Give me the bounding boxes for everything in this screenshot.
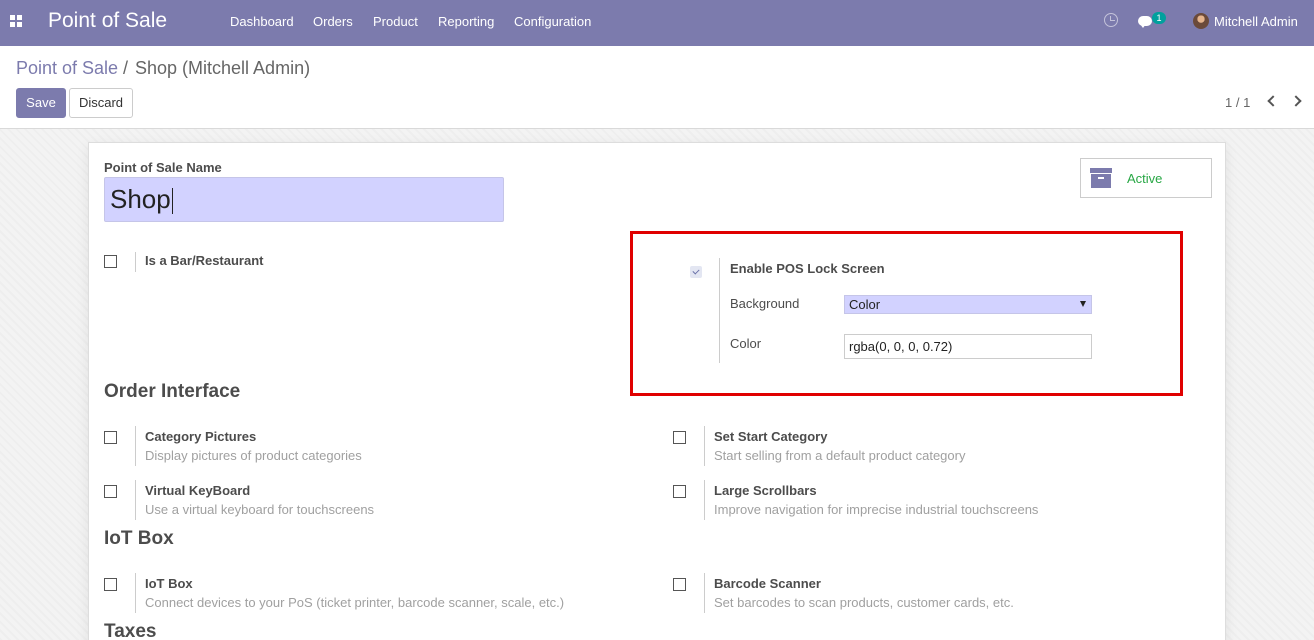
chevron-right-icon[interactable] bbox=[1290, 95, 1302, 107]
divider bbox=[704, 426, 705, 466]
category-pictures-title: Category Pictures bbox=[145, 429, 257, 444]
archive-icon bbox=[1090, 168, 1112, 188]
divider bbox=[135, 426, 136, 466]
discard-button[interactable]: Discard bbox=[69, 88, 133, 118]
bar-restaurant-checkbox[interactable] bbox=[104, 255, 117, 268]
pos-name-input[interactable]: Shop bbox=[104, 177, 504, 222]
section-taxes: Taxes bbox=[104, 621, 157, 640]
lock-screen-label: Enable POS Lock Screen bbox=[730, 261, 885, 276]
background-label: Background bbox=[730, 296, 800, 311]
menu-product[interactable]: Product bbox=[373, 14, 418, 29]
iot-box-title: IoT Box bbox=[145, 576, 193, 591]
color-input[interactable]: rgba(0, 0, 0, 0.72) bbox=[844, 334, 1092, 359]
avatar[interactable] bbox=[1193, 13, 1209, 29]
section-iot-box: IoT Box bbox=[104, 528, 174, 549]
apps-grid-icon[interactable] bbox=[10, 15, 22, 27]
barcode-scanner-title: Barcode Scanner bbox=[714, 576, 821, 591]
virtual-keyboard-desc: Use a virtual keyboard for touchscreens bbox=[145, 502, 375, 517]
background-select[interactable]: Color bbox=[844, 295, 1092, 314]
barcode-scanner-checkbox[interactable] bbox=[673, 578, 686, 591]
save-button[interactable]: Save bbox=[16, 88, 66, 118]
pos-name-label: Point of Sale Name bbox=[104, 160, 222, 175]
control-panel: Point of Sale / Shop (Mitchell Admin) Sa… bbox=[0, 46, 1314, 129]
large-scrollbars-checkbox[interactable] bbox=[673, 485, 686, 498]
virtual-keyboard-title: Virtual KeyBoard bbox=[145, 483, 251, 498]
divider bbox=[135, 252, 136, 272]
top-navbar: Point of Sale Dashboard Orders Product R… bbox=[0, 0, 1314, 46]
breadcrumb-current: Shop (Mitchell Admin) bbox=[135, 58, 311, 78]
form-content-area: Point of Sale Name Shop Active Is a Bar/… bbox=[0, 129, 1314, 640]
pager-value[interactable]: 1 / 1 bbox=[1225, 95, 1250, 110]
virtual-keyboard-checkbox[interactable] bbox=[104, 485, 117, 498]
color-label: Color bbox=[730, 336, 762, 351]
divider bbox=[135, 480, 136, 520]
active-toggle-button[interactable]: Active bbox=[1080, 158, 1212, 198]
start-category-title: Set Start Category bbox=[714, 429, 828, 444]
form-sheet: Point of Sale Name Shop Active Is a Bar/… bbox=[88, 142, 1226, 640]
divider bbox=[135, 573, 136, 613]
bar-restaurant-label: Is a Bar/Restaurant bbox=[145, 253, 264, 268]
menu-dashboard[interactable]: Dashboard bbox=[230, 14, 294, 29]
app-title[interactable]: Point of Sale bbox=[48, 9, 167, 33]
divider bbox=[719, 258, 720, 363]
large-scrollbars-title: Large Scrollbars bbox=[714, 483, 817, 498]
chat-count-badge: 1 bbox=[1152, 12, 1166, 24]
breadcrumb-separator: / bbox=[123, 58, 129, 78]
clock-icon[interactable] bbox=[1104, 13, 1118, 27]
iot-box-desc: Connect devices to your PoS (ticket prin… bbox=[145, 595, 565, 610]
chevron-left-icon[interactable] bbox=[1267, 95, 1279, 107]
active-label: Active bbox=[1127, 171, 1163, 186]
iot-box-checkbox[interactable] bbox=[104, 578, 117, 591]
background-value: Color bbox=[849, 297, 881, 312]
start-category-checkbox[interactable] bbox=[673, 431, 686, 444]
category-pictures-checkbox[interactable] bbox=[104, 431, 117, 444]
large-scrollbars-desc: Improve navigation for imprecise industr… bbox=[714, 502, 1039, 517]
section-order-interface: Order Interface bbox=[104, 381, 241, 402]
breadcrumb-parent[interactable]: Point of Sale bbox=[16, 58, 118, 79]
divider bbox=[704, 480, 705, 520]
text-caret bbox=[171, 188, 173, 215]
pos-name-value: Shop bbox=[110, 184, 171, 214]
divider bbox=[704, 573, 705, 613]
dropdown-arrow-icon bbox=[1080, 301, 1086, 307]
user-menu[interactable]: Mitchell Admin bbox=[1214, 14, 1298, 29]
menu-configuration[interactable]: Configuration bbox=[514, 14, 591, 29]
start-category-desc: Start selling from a default product cat… bbox=[714, 448, 966, 463]
menu-orders[interactable]: Orders bbox=[313, 14, 353, 29]
barcode-scanner-desc: Set barcodes to scan products, customer … bbox=[714, 595, 1014, 610]
chat-icon[interactable] bbox=[1138, 16, 1152, 28]
menu-reporting[interactable]: Reporting bbox=[438, 14, 494, 29]
lock-screen-checkbox[interactable] bbox=[690, 266, 702, 278]
category-pictures-desc: Display pictures of product categories bbox=[145, 448, 362, 463]
